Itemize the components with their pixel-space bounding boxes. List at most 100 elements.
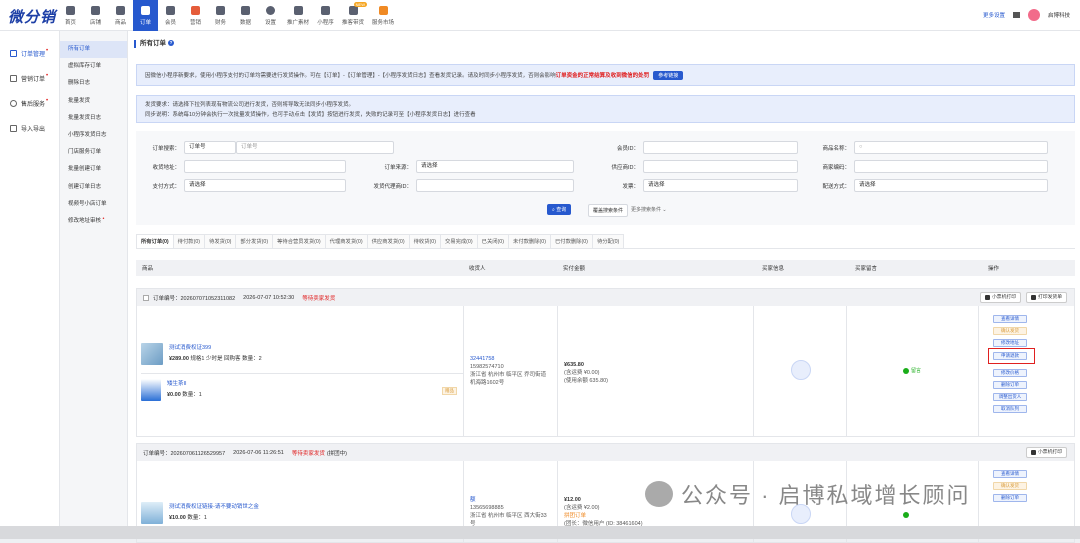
product-image[interactable] [141, 502, 163, 524]
tab-unpaid[interactable]: 待付款(0) [172, 234, 206, 248]
cancel-queue-button[interactable]: 取消队列 [993, 405, 1027, 413]
product-name[interactable]: 矮生茶II [167, 379, 202, 387]
supplier-id-input[interactable] [643, 160, 798, 173]
delivery-select[interactable]: 请选择 [854, 179, 1048, 192]
logo[interactable]: 微分销 [8, 6, 56, 27]
product-image[interactable] [141, 343, 163, 365]
wechat-icon[interactable] [903, 512, 909, 518]
tab-agent-ship[interactable]: 代理商发货(0) [324, 234, 368, 248]
tab-supplier-ship[interactable]: 供应商发货(0) [366, 234, 410, 248]
sidebar-item-video-shop[interactable]: 视频号小店订单 [60, 196, 127, 213]
sidebar-item-address-review[interactable]: 修改地址审核 • [60, 213, 127, 230]
print-receipt-button[interactable]: 小票机打印 [980, 292, 1021, 303]
sidebar-item-marketing-order[interactable]: 营销订单 • [0, 66, 59, 91]
product-name[interactable]: 测试消费权证399 [169, 343, 262, 351]
nav-miniapp[interactable]: 小程序 [313, 0, 338, 31]
tab-unpaid-deleted[interactable]: 未付款删除(0) [508, 234, 551, 248]
product-item: 矮生茶II ¥0.00 数量：1 [141, 379, 202, 401]
modify-price-button[interactable]: 修改价格 [993, 369, 1027, 377]
tab-partial-ship[interactable]: 部分发货(0) [235, 234, 274, 248]
help-icon[interactable]: ? [168, 40, 174, 47]
sidebar-item-store-service[interactable]: 门店服务订单 [60, 144, 127, 161]
nav-marketing[interactable]: 营销 [183, 0, 208, 31]
goods-name-input[interactable]: ○ [854, 141, 1048, 154]
user-name[interactable]: 启博科技 [1048, 11, 1070, 19]
order-source-select[interactable]: 请选择 [416, 160, 574, 173]
order-status: 等待卖家发货 [302, 295, 336, 302]
nav-store[interactable]: 店铺 [83, 0, 108, 31]
new-badge: NEW [353, 2, 367, 7]
more-settings-link[interactable]: 更多设置 [983, 11, 1005, 19]
print-receipt-button[interactable]: 小票机打印 [1026, 447, 1067, 458]
confirm-ship-button[interactable]: 确认发货 [993, 482, 1027, 490]
paid-amount: ¥12.00 [564, 497, 581, 503]
ship-notice: 发货要求：请选择下拉列表现有物流公司进行发货，否则将导致无法同步小程序发货。 同… [136, 95, 1075, 123]
agent-id-input[interactable] [416, 179, 574, 192]
delete-order-button[interactable]: 删除订单 [993, 381, 1027, 389]
product-image[interactable] [141, 379, 161, 401]
goods-code-input[interactable] [854, 160, 1048, 173]
address-input[interactable] [184, 160, 346, 173]
product-name[interactable]: 测试消费权证链接-请不要动销世之金 [169, 502, 259, 510]
delivery-label: 配送方式： [822, 183, 850, 190]
reference-link-button[interactable]: 参考链接 [653, 71, 684, 80]
sidebar-item-batch-create[interactable]: 批量创建订单 [60, 161, 127, 178]
nav-member[interactable]: 会员 [158, 0, 183, 31]
col-receiver: 收货人 [469, 266, 486, 272]
nav-data[interactable]: 数据 [233, 0, 258, 31]
nav-order[interactable]: 订单 [133, 0, 158, 31]
pay-method-select[interactable]: 请选择 [184, 179, 346, 192]
confirm-ship-button[interactable]: 确认发货 [993, 327, 1027, 335]
nav-finance[interactable]: 财务 [208, 0, 233, 31]
more-search-toggle[interactable]: 更多搜索条件 ⌄ [631, 206, 667, 213]
tab-to-receive[interactable]: 待收货(0) [408, 234, 441, 248]
bottom-bar [0, 526, 1080, 539]
ship-requirement: 发货要求：请选择下拉列表现有物流公司进行发货，否则将导致无法同步小程序发货。 [145, 102, 355, 108]
red-dot: • [46, 47, 49, 54]
invoice-select[interactable]: 请选择 [643, 179, 798, 192]
sidebar-item-after-sale[interactable]: 售后服务 • [0, 91, 59, 116]
modify-address-button[interactable]: 修改地址 [993, 339, 1027, 347]
delete-order-button[interactable]: 删除订单 [993, 494, 1027, 502]
receiver-id[interactable]: 32441758 [470, 355, 546, 363]
wechat-logo-icon [645, 481, 673, 507]
nav-home[interactable]: 首页 [58, 0, 83, 31]
sound-icon[interactable] [1012, 12, 1020, 18]
receiver-id[interactable]: 额 [470, 496, 547, 504]
order-checkbox[interactable] [143, 294, 149, 301]
avatar[interactable] [1027, 9, 1040, 21]
sidebar-item-all-orders[interactable]: 所有订单 [60, 41, 127, 59]
member-id-input[interactable] [643, 141, 798, 154]
print-ship-button[interactable]: 打印发货单 [1026, 292, 1067, 303]
tab-partner-ship[interactable]: 等待合营员发货(0) [272, 234, 326, 248]
tab-completed[interactable]: 交易完成(0) [439, 234, 478, 248]
sidebar-item-create-log[interactable]: 创建订单日志 [60, 179, 127, 196]
query-button[interactable]: ⌕ 查询 [547, 204, 572, 215]
nav-service[interactable]: 服务市场 [368, 0, 398, 31]
tab-to-assign[interactable]: 待分配(0) [591, 234, 625, 248]
view-detail-button[interactable]: 查看详情 [993, 315, 1027, 323]
sidebar-item-miniapp-ship-log[interactable]: 小程序发货日志 [60, 127, 127, 144]
adjust-shipper-button[interactable]: 调整出货人 [993, 393, 1027, 401]
tab-to-ship[interactable]: 待发货(0) [204, 234, 237, 248]
sidebar-item-delete-log[interactable]: 删除日志 [60, 75, 127, 92]
reset-search-button[interactable]: 覆盖搜索条件 [588, 204, 629, 217]
buyer-avatar[interactable] [791, 360, 811, 380]
sidebar-item-virtual-stock[interactable]: 虚拟库存订单 [60, 58, 127, 75]
tab-paid-deleted[interactable]: 已付款删除(0) [549, 234, 593, 248]
sidebar-item-order-manage[interactable]: 订单管理 • [0, 41, 59, 66]
receiver-address: 浙江省 杭州市 临平区 乔司街道 [470, 372, 547, 378]
order-type-select[interactable]: 订单号 [184, 141, 236, 154]
buyer-message[interactable]: 留言 [903, 367, 921, 374]
nav-goods[interactable]: 商品 [108, 0, 133, 31]
tab-all[interactable]: 所有订单(0) [136, 234, 174, 248]
view-detail-button[interactable]: 查看详情 [993, 470, 1027, 478]
nav-promoter[interactable]: NEW 推客带货 [338, 0, 368, 31]
sidebar-item-batch-ship-log[interactable]: 批量发货日志 [60, 110, 127, 127]
order-no-input[interactable]: 订单号 [236, 141, 394, 154]
tab-closed[interactable]: 已关闭(0) [476, 234, 510, 248]
nav-settings[interactable]: 设置 [258, 0, 283, 31]
sidebar-item-batch-ship[interactable]: 批量发货 [60, 93, 127, 110]
sidebar-item-import-export[interactable]: 导入导出 [0, 116, 59, 141]
nav-share[interactable]: 推广素材 [283, 0, 313, 31]
